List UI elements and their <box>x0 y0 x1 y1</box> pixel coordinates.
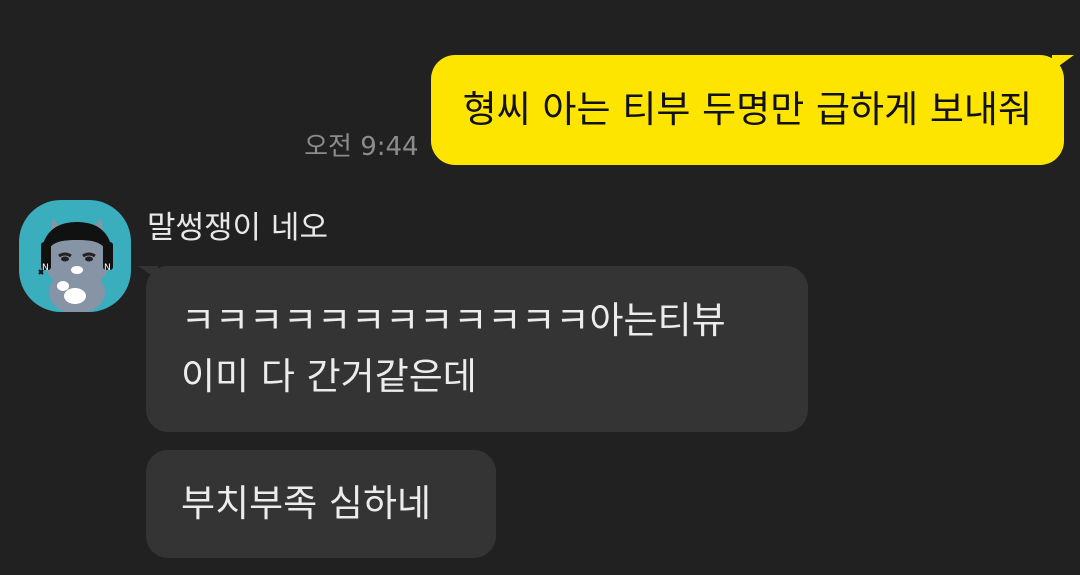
incoming-message-bubble[interactable]: ㅋㅋㅋㅋㅋㅋㅋㅋㅋㅋㅋㅋ아는티뷰 이미 다 간거같은데 <box>138 266 808 432</box>
message-line: ㅋㅋㅋㅋㅋㅋㅋㅋㅋㅋㅋㅋ아는티뷰 <box>181 299 726 342</box>
outgoing-message-bubble[interactable]: 형씨 아는 티부 두명만 급하게 보내줘 <box>430 55 1074 165</box>
bubble-tail <box>1052 55 1074 71</box>
svg-text:N: N <box>42 263 49 273</box>
avatar-illustration: N N <box>38 218 113 312</box>
svg-text:N: N <box>104 263 111 273</box>
incoming-message-bubble[interactable]: 부치부족 심하네 <box>146 450 496 558</box>
outgoing-message-row: 오전 9:44 형씨 아는 티부 두명만 급하게 보내줘 <box>304 55 1074 165</box>
sender-name: 말썽쟁이 네오 <box>147 210 328 246</box>
outgoing-message-text: 형씨 아는 티부 두명만 급하게 보내줘 <box>462 88 1032 131</box>
neo-character-avatar-icon[interactable]: N N <box>19 200 131 312</box>
chat-room: 오전 9:44 형씨 아는 티부 두명만 급하게 보내줘 N N 말썽쟁이 네오… <box>0 0 1080 575</box>
bubble-tail <box>138 266 158 280</box>
message-line: 이미 다 간거같은데 <box>181 355 477 398</box>
message-timestamp: 오전 9:44 <box>304 132 419 162</box>
message-line: 부치부족 심하네 <box>181 482 432 525</box>
